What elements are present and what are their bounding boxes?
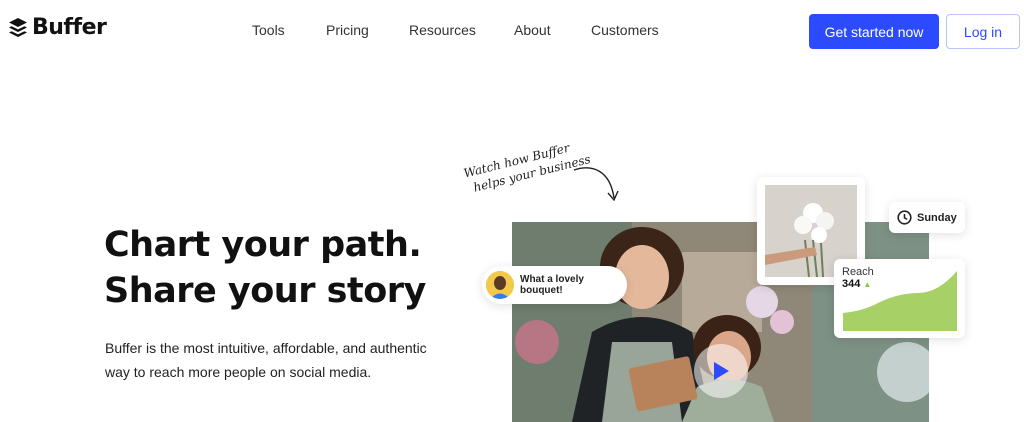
nav-link-about[interactable]: About [514, 22, 551, 38]
nav-link-pricing[interactable]: Pricing [326, 22, 369, 38]
headline-line-1: Chart your path. [104, 225, 422, 265]
top-nav: Buffer Tools Pricing Resources About Cus… [0, 0, 1024, 62]
hero-headline: Chart your path. Share your story [104, 222, 426, 314]
login-button[interactable]: Log in [946, 14, 1020, 49]
comment-text: What a lovely bouquet! [520, 274, 584, 296]
comment-bubble: What a lovely bouquet! [482, 266, 627, 304]
headline-line-2: Share your story [104, 271, 426, 311]
schedule-day: Sunday [917, 211, 957, 224]
nav-link-resources[interactable]: Resources [409, 22, 476, 38]
get-started-button[interactable]: Get started now [809, 14, 939, 49]
curved-arrow-icon [573, 167, 619, 202]
reach-area-chart [843, 271, 957, 331]
schedule-day-card: Sunday [889, 202, 965, 233]
nav-link-tools[interactable]: Tools [252, 22, 285, 38]
play-video-button[interactable] [694, 344, 748, 398]
avatar [486, 271, 514, 299]
clock-icon [897, 210, 912, 225]
reach-stats-card: Reach 344 ▲ [834, 259, 965, 338]
play-icon [714, 362, 729, 380]
nav-link-customers[interactable]: Customers [591, 22, 659, 38]
hero-subtext: Buffer is the most intuitive, affordable… [105, 340, 427, 380]
